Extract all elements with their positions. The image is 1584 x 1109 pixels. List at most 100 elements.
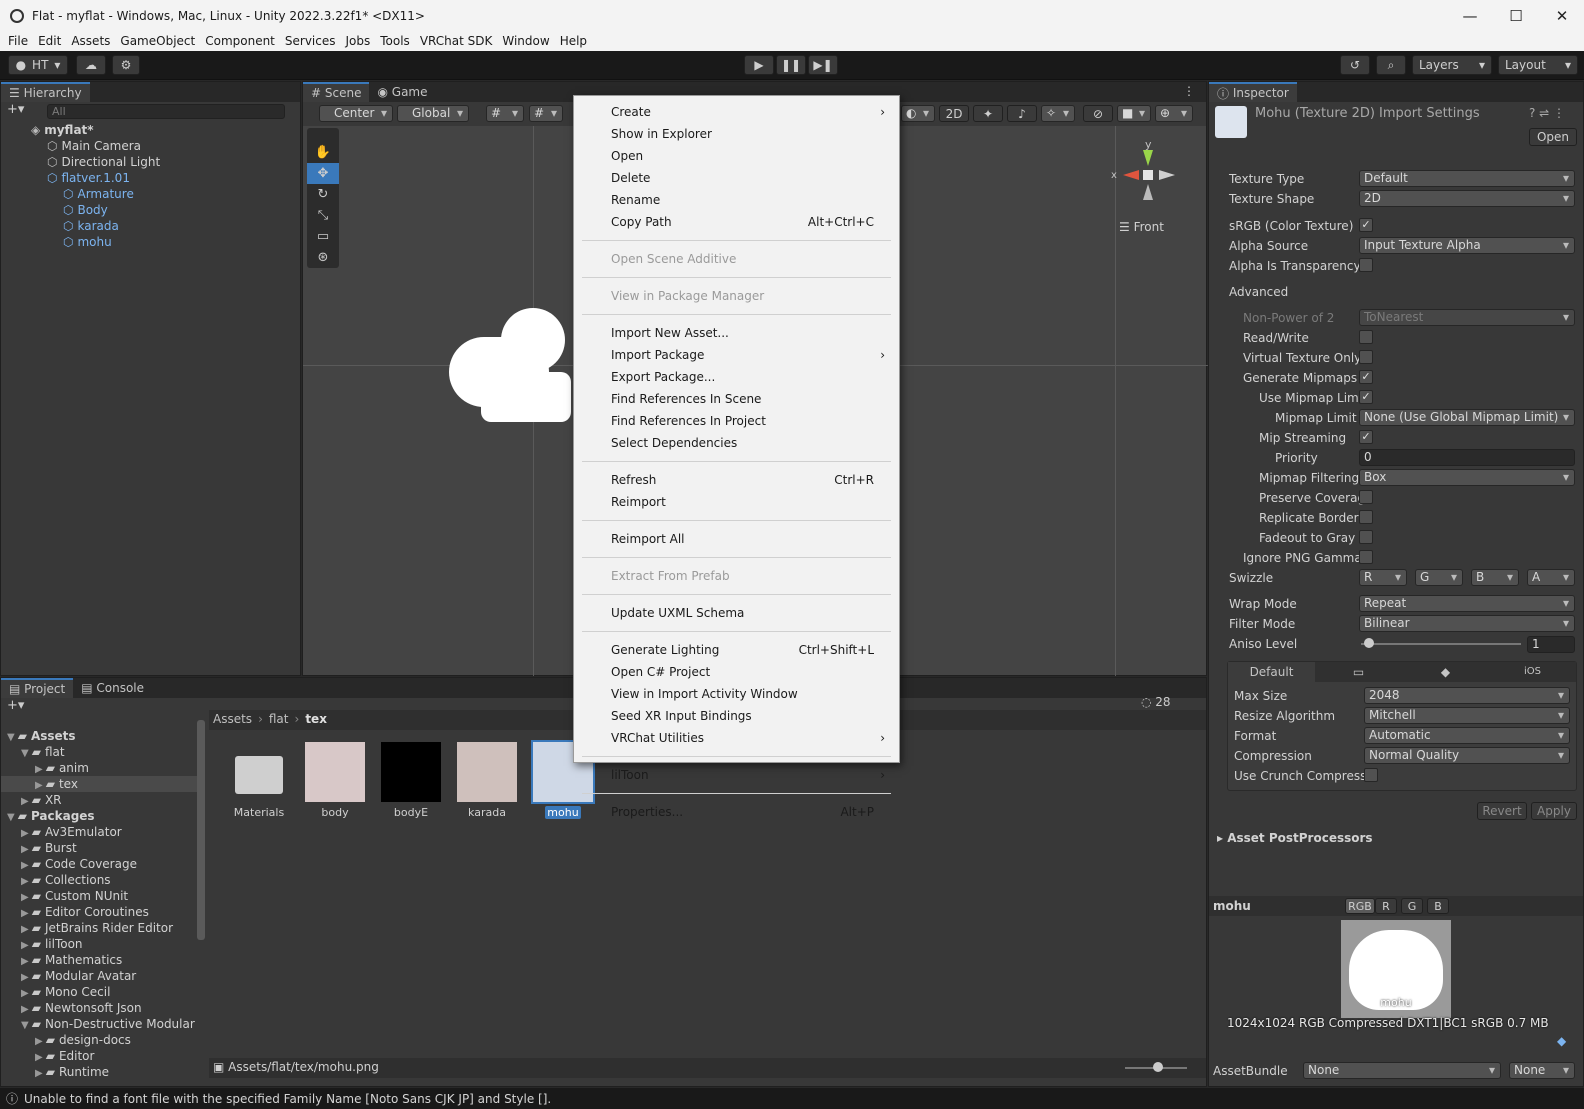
context-item-import-package[interactable]: Import Package ›: [574, 344, 899, 366]
context-item-reimport-all[interactable]: Reimport All: [574, 528, 899, 550]
context-item-properties[interactable]: Properties... Alt+P: [574, 801, 899, 823]
inspector-dropdown[interactable]: Input Texture Alpha: [1359, 237, 1575, 254]
channel-b-button[interactable]: B: [1427, 898, 1449, 914]
channel-rgb-button[interactable]: RGB: [1345, 898, 1375, 914]
chevron-right-icon[interactable]: ▶: [21, 860, 29, 871]
priority-field[interactable]: 0: [1359, 449, 1575, 466]
wrap-mode-dropdown[interactable]: Repeat: [1359, 595, 1575, 612]
folder-icon[interactable]: [229, 742, 289, 802]
chevron-right-icon[interactable]: ▶: [21, 1004, 29, 1015]
chevron-right-icon[interactable]: ▶: [21, 844, 29, 855]
context-item-generate-lighting[interactable]: Generate Lighting Ctrl+Shift+L: [574, 639, 899, 661]
hierarchy-item[interactable]: ⬡ Directional Light: [47, 154, 160, 170]
platform-dropdown[interactable]: 2048: [1364, 687, 1570, 704]
label-tag-icon[interactable]: ◆: [1557, 1034, 1566, 1048]
orientation-gizmo[interactable]: y x: [1111, 132, 1197, 222]
inspector-checkbox[interactable]: [1359, 490, 1373, 504]
audio-icon[interactable]: ♪: [1007, 105, 1037, 122]
layers-dropdown[interactable]: Layers ▾: [1412, 55, 1492, 75]
menu-window[interactable]: Window: [497, 34, 554, 48]
chevron-right-icon[interactable]: ▶: [35, 780, 43, 791]
inspector-checkbox[interactable]: [1359, 330, 1373, 344]
context-item-update-uxml-schema[interactable]: Update UXML Schema: [574, 602, 899, 624]
context-item-copy-path[interactable]: Copy Path Alt+Ctrl+C: [574, 211, 899, 233]
status-message[interactable]: Unable to find a font file with the spec…: [24, 1092, 551, 1106]
open-button[interactable]: Open: [1529, 128, 1577, 146]
tab-hierarchy[interactable]: ☰ Hierarchy: [1, 82, 90, 102]
move-tool-icon[interactable]: ✥: [307, 163, 339, 184]
help-icon[interactable]: ? ⇌ ⋮: [1529, 106, 1565, 120]
chevron-right-icon[interactable]: ▶: [35, 764, 43, 775]
inspector-dropdown[interactable]: Default: [1359, 170, 1575, 187]
chevron-right-icon[interactable]: ▶: [21, 972, 29, 983]
gizmos-icon[interactable]: ⊕: [1155, 105, 1193, 122]
project-tree-item[interactable]: ▶ ▰ Runtime: [35, 1064, 109, 1082]
swizzle-r-dropdown[interactable]: R: [1359, 569, 1407, 586]
inspector-dropdown[interactable]: Box: [1359, 469, 1575, 486]
swizzle-a-dropdown[interactable]: A: [1527, 569, 1575, 586]
hierarchy-item[interactable]: ⬡ Body: [63, 202, 108, 218]
menu-vrchat-sdk[interactable]: VRChat SDK: [415, 34, 498, 48]
chevron-right-icon[interactable]: ▶: [21, 796, 29, 807]
context-item-reimport[interactable]: Reimport: [574, 491, 899, 513]
chevron-down-icon[interactable]: ▼: [7, 732, 15, 743]
shading-mode-icon[interactable]: ◐: [901, 105, 935, 122]
minimize-button[interactable]: —: [1447, 0, 1493, 31]
menu-tools[interactable]: Tools: [375, 34, 415, 48]
hierarchy-item[interactable]: ⬡ flatver.1.01: [47, 170, 130, 186]
crunch-checkbox[interactable]: [1364, 768, 1378, 782]
aniso-slider-handle[interactable]: [1364, 638, 1374, 648]
layout-dropdown[interactable]: Layout ▾: [1498, 55, 1578, 75]
chevron-right-icon[interactable]: ▶: [21, 908, 29, 919]
cloud-icon[interactable]: ☁: [76, 55, 106, 75]
inspector-dropdown[interactable]: 2D: [1359, 190, 1575, 207]
filter-mode-dropdown[interactable]: Bilinear: [1359, 615, 1575, 632]
chevron-right-icon[interactable]: ▶: [21, 988, 29, 999]
tree-scrollbar[interactable]: [197, 720, 205, 940]
chevron-down-icon[interactable]: ▼: [7, 812, 15, 823]
chevron-right-icon[interactable]: ▶: [21, 828, 29, 839]
standalone-icon[interactable]: ▭: [1315, 662, 1402, 682]
channel-r-button[interactable]: R: [1375, 898, 1397, 914]
menu-help[interactable]: Help: [555, 34, 592, 48]
play-button[interactable]: ▶: [744, 55, 774, 75]
hierarchy-item[interactable]: ◈ myflat*: [31, 122, 94, 138]
texture-thumbnail[interactable]: [381, 742, 441, 802]
hidden-packages-count[interactable]: ◌ 28: [1141, 695, 1171, 709]
breadcrumb-item[interactable]: tex: [305, 712, 327, 726]
chevron-right-icon[interactable]: ▶: [35, 1068, 43, 1079]
platform-dropdown[interactable]: Normal Quality: [1364, 747, 1570, 764]
hierarchy-item[interactable]: ⬡ karada: [63, 218, 119, 234]
pause-button[interactable]: ❚❚: [776, 55, 806, 75]
scale-tool-icon[interactable]: ⤡: [307, 205, 339, 226]
swizzle-b-dropdown[interactable]: B: [1471, 569, 1519, 586]
platform-dropdown[interactable]: Automatic: [1364, 727, 1570, 744]
context-item-rename[interactable]: Rename: [574, 189, 899, 211]
chevron-right-icon[interactable]: ▶: [21, 956, 29, 967]
advanced-foldout[interactable]: Advanced: [1229, 284, 1288, 300]
texture-thumbnail[interactable]: [457, 742, 517, 802]
context-item-find-references-in-project[interactable]: Find References In Project: [574, 410, 899, 432]
chevron-right-icon[interactable]: ▶: [35, 1052, 43, 1063]
create-icon[interactable]: +▾: [7, 698, 24, 713]
increment-snap-icon[interactable]: #: [529, 105, 563, 122]
context-item-select-dependencies[interactable]: Select Dependencies: [574, 432, 899, 454]
collab-icon[interactable]: ⚙: [112, 55, 140, 75]
hand-tool-icon[interactable]: ✋: [307, 142, 339, 163]
inspector-checkbox[interactable]: ✓: [1359, 430, 1373, 444]
tab-inspector[interactable]: ⓘ Inspector: [1209, 82, 1297, 102]
thumbnail-size-slider-handle[interactable]: [1153, 1062, 1163, 1072]
hierarchy-item[interactable]: ⬡ mohu: [63, 234, 112, 250]
camera-icon[interactable]: ■: [1117, 105, 1151, 122]
hierarchy-item[interactable]: ⬡ Armature: [63, 186, 134, 202]
context-item-liltoon[interactable]: lilToon ›: [574, 764, 899, 786]
chevron-right-icon[interactable]: ▶: [21, 892, 29, 903]
account-dropdown[interactable]: ● HT ▾: [8, 55, 68, 75]
context-item-find-references-in-scene[interactable]: Find References In Scene: [574, 388, 899, 410]
swizzle-g-dropdown[interactable]: G: [1415, 569, 1463, 586]
view-label[interactable]: ☰ Front: [1119, 220, 1164, 234]
assetbundle-dropdown[interactable]: None: [1303, 1062, 1501, 1079]
search-icon[interactable]: ⌕: [1376, 55, 1406, 75]
chevron-right-icon[interactable]: ▶: [35, 1036, 43, 1047]
menu-gameobject[interactable]: GameObject: [115, 34, 200, 48]
